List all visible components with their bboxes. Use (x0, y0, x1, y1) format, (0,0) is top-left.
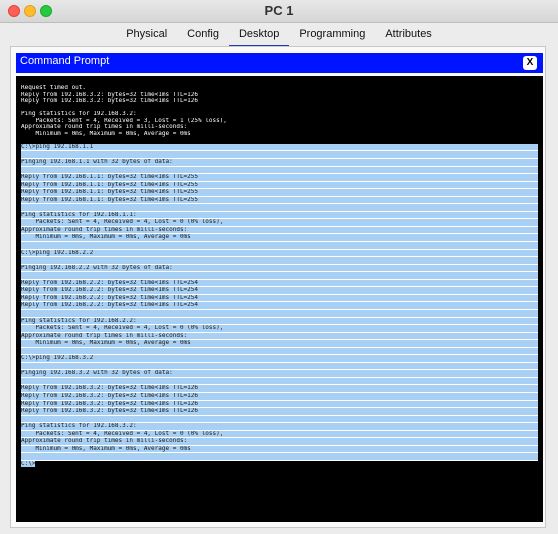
console-line: Reply from 192.168.2.2: bytes=32 time<1m… (21, 287, 538, 295)
console-line: Reply from 192.168.2.2: bytes=32 time<1m… (21, 302, 538, 310)
console-line: Packets: Sent = 4, Received = 4, Lost = … (21, 219, 538, 227)
console-line: C:\>ping 192.168.3.2 (21, 355, 538, 363)
console-line (21, 309, 538, 318)
console-line: Ping statistics for 192.168.1.1: (21, 211, 538, 220)
console-line: Reply from 192.168.1.1: bytes=32 time<1m… (21, 181, 538, 190)
console-line: Reply from 192.168.3.2: bytes=32 time<1m… (21, 408, 538, 416)
command-prompt-header: Command Prompt X (16, 53, 543, 73)
title-bar: PC 1 (0, 0, 558, 23)
console-line (21, 347, 538, 356)
console-line: Reply from 192.168.1.1: bytes=32 time<1m… (21, 196, 538, 205)
console-prompt-line[interactable]: C:\> (21, 460, 538, 468)
console-line: Reply from 192.168.3.2: bytes=32 time<1m… (21, 392, 538, 401)
console-line (21, 204, 538, 212)
tab-desktop[interactable]: Desktop (228, 25, 290, 48)
tab-config[interactable]: Config (177, 25, 229, 45)
tab-physical[interactable]: Physical (116, 25, 177, 45)
console-line: Minimum = 0ms, Maximum = 0ms, Average = … (21, 445, 538, 454)
console-line (21, 242, 538, 250)
console-line: Approximate round trip times in milli-se… (21, 226, 538, 235)
console-line (21, 166, 538, 175)
console-line: Ping statistics for 192.168.3.2: (21, 423, 538, 431)
console-line: Minimum = 0ms, Maximum = 0ms, Average = … (21, 340, 538, 348)
console-line: Reply from 192.168.2.2: bytes=32 time<1m… (21, 294, 538, 303)
close-command-prompt-button[interactable]: X (523, 56, 537, 70)
console-line: Packets: Sent = 4, Received = 4, Lost = … (21, 430, 538, 439)
console-line: Pinging 192.168.2.2 with 32 bytes of dat… (21, 264, 538, 273)
console-line (21, 362, 538, 371)
console-line: Reply from 192.168.3.2: bytes=32 time<1m… (21, 400, 538, 409)
console-line: C:\>ping 192.168.1.1 (21, 143, 538, 152)
tab-attributes[interactable]: Attributes (375, 25, 441, 45)
command-prompt-console[interactable]: Request timed out. Reply from 192.168.3.2… (16, 76, 543, 522)
console-line: Reply from 192.168.1.1: bytes=32 time<1m… (21, 189, 538, 197)
tab-programming[interactable]: Programming (289, 25, 375, 45)
console-line: Approximate round trip times in milli-se… (21, 438, 538, 446)
console-line: Reply from 192.168.3.2: bytes=32 time<1m… (21, 385, 538, 393)
console-line: Minimum = 0ms, Maximum = 0ms, Average = … (21, 234, 538, 243)
console-line (21, 415, 538, 424)
console-line (21, 453, 538, 461)
console-line: Ping statistics for 192.168.2.2: (21, 317, 538, 326)
console-line (21, 257, 538, 265)
console-line (21, 151, 538, 160)
console-line: Approximate round trip times in milli-se… (21, 332, 538, 341)
console-prompt: C:\> (21, 460, 36, 467)
console-line: Reply from 192.168.1.1: bytes=32 time<1m… (21, 174, 538, 182)
console-line: Reply from 192.168.2.2: bytes=32 time<1m… (21, 279, 538, 288)
console-line (21, 377, 538, 386)
console-line: Pinging 192.168.3.2 with 32 bytes of dat… (21, 370, 538, 378)
tab-bar: Physical Config Desktop Programming Attr… (0, 25, 558, 48)
window-title: PC 1 (264, 3, 294, 18)
console-line: C:\>ping 192.168.2.2 (21, 249, 538, 258)
console-line: Pinging 192.168.1.1 with 32 bytes of dat… (21, 159, 538, 167)
command-prompt-title: Command Prompt (20, 55, 110, 67)
console-line: Packets: Sent = 4, Received = 4, Lost = … (21, 325, 538, 333)
console-line (21, 272, 538, 280)
